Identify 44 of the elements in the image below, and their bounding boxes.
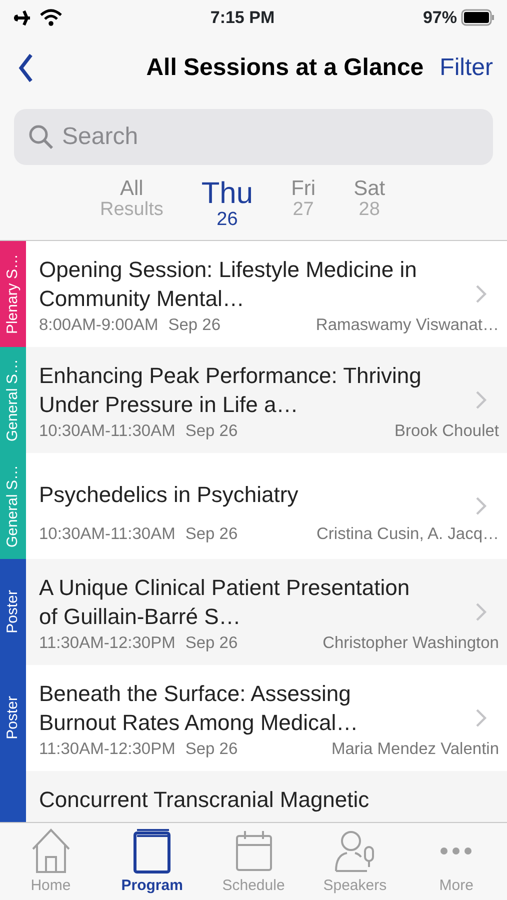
track-label: Plenary S… xyxy=(2,254,22,334)
chevron-icon xyxy=(475,496,487,516)
wifi-icon xyxy=(40,9,62,26)
session-time: 10:30AM-11:30AM xyxy=(39,524,176,546)
session-date: Sep 26 xyxy=(185,633,238,654)
session-time: 8:00AM-9:00AM xyxy=(39,315,158,336)
session-date: Sep 26 xyxy=(168,315,221,336)
session-row[interactable]: Poster Beneath the Surface: Assessing Burnout Rates Among Medical… 11:30AM-12:30PM Sep 26 Maria Mendez Valentin xyxy=(0,665,507,771)
session-speakers: Ramaswamy Viswanat… xyxy=(316,315,499,336)
chevron-icon xyxy=(475,602,487,622)
battery-percent: 97% xyxy=(422,6,457,29)
track-label: Poster xyxy=(2,590,22,634)
airplane-icon xyxy=(12,8,32,26)
search-field[interactable]: Search xyxy=(14,109,493,165)
session-speakers: Brook Choulet xyxy=(394,421,499,442)
more-icon xyxy=(440,847,472,855)
session-title: Enhancing Peak Performance: Thriving Under Pressure in Life a… xyxy=(39,362,422,419)
session-title: A Unique Clinical Patient Presentation of Guillain-Barré S… xyxy=(39,574,411,631)
session-title: Concurrent Transcranial Magnetic xyxy=(39,786,370,814)
status-time: 7:15 PM xyxy=(210,6,275,29)
session-time: 10:30AM-11:30AM xyxy=(39,421,176,442)
battery-icon xyxy=(461,9,495,26)
session-time: 11:30AM-12:30PM xyxy=(39,739,176,760)
session-speakers: Christopher Washington xyxy=(322,633,499,654)
page-title: All Sessions at a Glance xyxy=(146,53,424,83)
session-speakers: Maria Mendez Valentin xyxy=(331,739,499,760)
day-tab[interactable]: Thu 26 xyxy=(201,177,254,231)
session-date: Sep 26 xyxy=(185,421,238,442)
session-speakers: Cristina Cusin, A. Jacq… xyxy=(316,524,499,546)
track-label: Poster xyxy=(2,696,22,740)
session-row[interactable]: General S… Psychedelics in Psychiatry 10:30AM-11:30AM Sep 26 Cristina Cusin, A. Jacq… xyxy=(0,453,507,559)
session-title: Opening Session: Lifestyle Medicine in Community Mental… xyxy=(39,256,418,313)
track-label: General S… xyxy=(2,464,22,548)
session-date: Sep 26 xyxy=(185,524,238,546)
filter-button[interactable]: Filter xyxy=(440,50,493,86)
chevron-icon xyxy=(475,390,487,410)
chevron-icon xyxy=(475,284,487,304)
chevron-icon xyxy=(475,708,487,728)
session-title: Psychedelics in Psychiatry xyxy=(39,481,300,510)
tab-bar-item[interactable]: Program xyxy=(101,823,203,900)
session-time: 11:30AM-12:30PM xyxy=(39,633,176,654)
session-title: Beneath the Surface: Assessing Burnout Rates Among Medical… xyxy=(39,680,360,737)
session-date: Sep 26 xyxy=(185,739,238,760)
track-label: General S… xyxy=(2,358,22,442)
